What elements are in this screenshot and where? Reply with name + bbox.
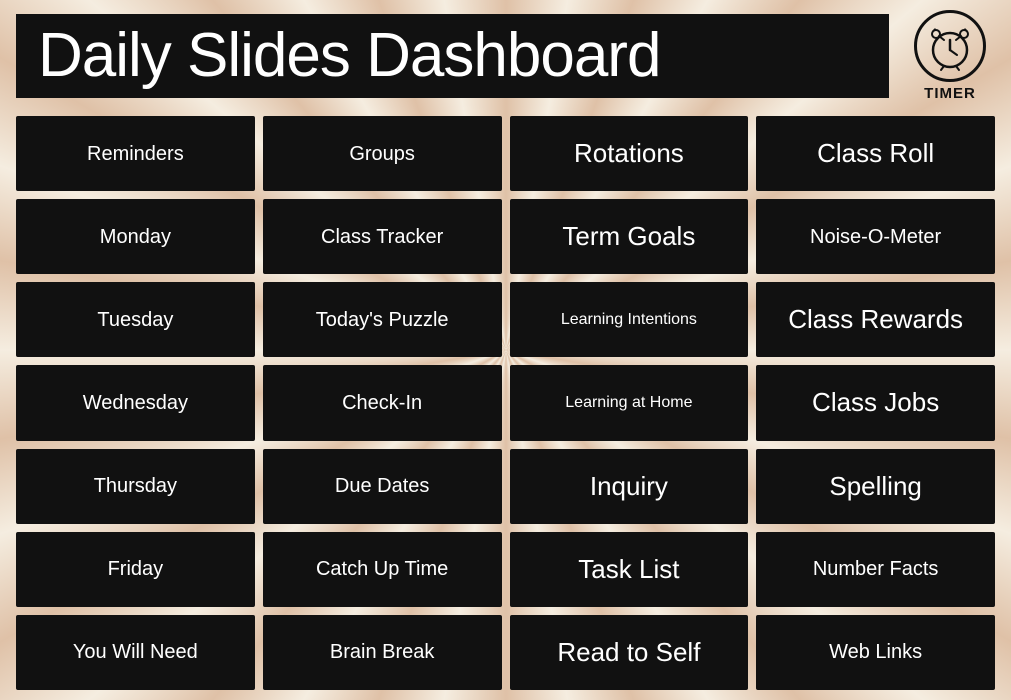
cell-brain-break[interactable]: Brain Break (263, 615, 502, 690)
cell-groups[interactable]: Groups (263, 116, 502, 191)
cell-read-to-self[interactable]: Read to Self (510, 615, 749, 690)
cell-learning-intentions[interactable]: Learning Intentions (510, 282, 749, 357)
cell-catch-up-time[interactable]: Catch Up Time (263, 532, 502, 607)
cell-label-you-will-need: You Will Need (73, 640, 198, 664)
page-title: Daily Slides Dashboard (38, 21, 660, 90)
cell-label-web-links: Web Links (829, 640, 922, 664)
cell-term-goals[interactable]: Term Goals (510, 199, 749, 274)
cell-label-todays-puzzle: Today's Puzzle (316, 308, 449, 332)
cell-tuesday[interactable]: Tuesday (16, 282, 255, 357)
cell-class-jobs[interactable]: Class Jobs (756, 365, 995, 440)
cell-label-class-rewards: Class Rewards (788, 304, 963, 335)
cell-due-dates[interactable]: Due Dates (263, 449, 502, 524)
cell-learning-at-home[interactable]: Learning at Home (510, 365, 749, 440)
cell-label-class-tracker: Class Tracker (321, 225, 443, 249)
dashboard-grid: Reminders Groups Rotations Class Roll Monday… (16, 116, 995, 690)
cell-label-due-dates: Due Dates (335, 474, 430, 498)
cell-rotations[interactable]: Rotations (510, 116, 749, 191)
cell-label-friday: Friday (108, 557, 164, 581)
cell-web-links[interactable]: Web Links (756, 615, 995, 690)
cell-you-will-need[interactable]: You Will Need (16, 615, 255, 690)
cell-label-catch-up-time: Catch Up Time (316, 557, 448, 581)
cell-label-noise-o-meter: Noise-O-Meter (810, 225, 941, 249)
cell-label-learning-at-home: Learning at Home (565, 393, 692, 412)
timer-button[interactable]: TIMER (905, 10, 995, 102)
cell-noise-o-meter[interactable]: Noise-O-Meter (756, 199, 995, 274)
cell-label-tuesday: Tuesday (97, 308, 173, 332)
cell-label-rotations: Rotations (574, 138, 684, 169)
cell-todays-puzzle[interactable]: Today's Puzzle (263, 282, 502, 357)
cell-wednesday[interactable]: Wednesday (16, 365, 255, 440)
cell-label-task-list: Task List (578, 554, 679, 585)
cell-label-read-to-self: Read to Self (557, 637, 700, 668)
cell-reminders[interactable]: Reminders (16, 116, 255, 191)
cell-label-inquiry: Inquiry (590, 471, 668, 502)
cell-thursday[interactable]: Thursday (16, 449, 255, 524)
cell-spelling[interactable]: Spelling (756, 449, 995, 524)
cell-label-class-jobs: Class Jobs (812, 387, 939, 418)
cell-number-facts[interactable]: Number Facts (756, 532, 995, 607)
cell-class-tracker[interactable]: Class Tracker (263, 199, 502, 274)
cell-label-learning-intentions: Learning Intentions (561, 310, 697, 329)
cell-monday[interactable]: Monday (16, 199, 255, 274)
cell-friday[interactable]: Friday (16, 532, 255, 607)
timer-circle (914, 10, 986, 82)
cell-class-roll[interactable]: Class Roll (756, 116, 995, 191)
cell-label-number-facts: Number Facts (813, 557, 939, 581)
cell-label-check-in: Check-In (342, 391, 422, 415)
header: Daily Slides Dashboard (16, 10, 995, 102)
cell-label-class-roll: Class Roll (817, 138, 934, 169)
timer-label: TIMER (924, 85, 976, 102)
cell-label-wednesday: Wednesday (83, 391, 188, 415)
cell-class-rewards[interactable]: Class Rewards (756, 282, 995, 357)
cell-task-list[interactable]: Task List (510, 532, 749, 607)
title-box: Daily Slides Dashboard (16, 14, 889, 98)
cell-inquiry[interactable]: Inquiry (510, 449, 749, 524)
cell-label-brain-break: Brain Break (330, 640, 435, 664)
cell-label-groups: Groups (349, 142, 415, 166)
timer-icon (924, 20, 976, 72)
cell-label-term-goals: Term Goals (562, 221, 695, 252)
cell-label-spelling: Spelling (829, 471, 922, 502)
cell-check-in[interactable]: Check-In (263, 365, 502, 440)
cell-label-thursday: Thursday (94, 474, 177, 498)
cell-label-reminders: Reminders (87, 142, 184, 166)
cell-label-monday: Monday (100, 225, 171, 249)
